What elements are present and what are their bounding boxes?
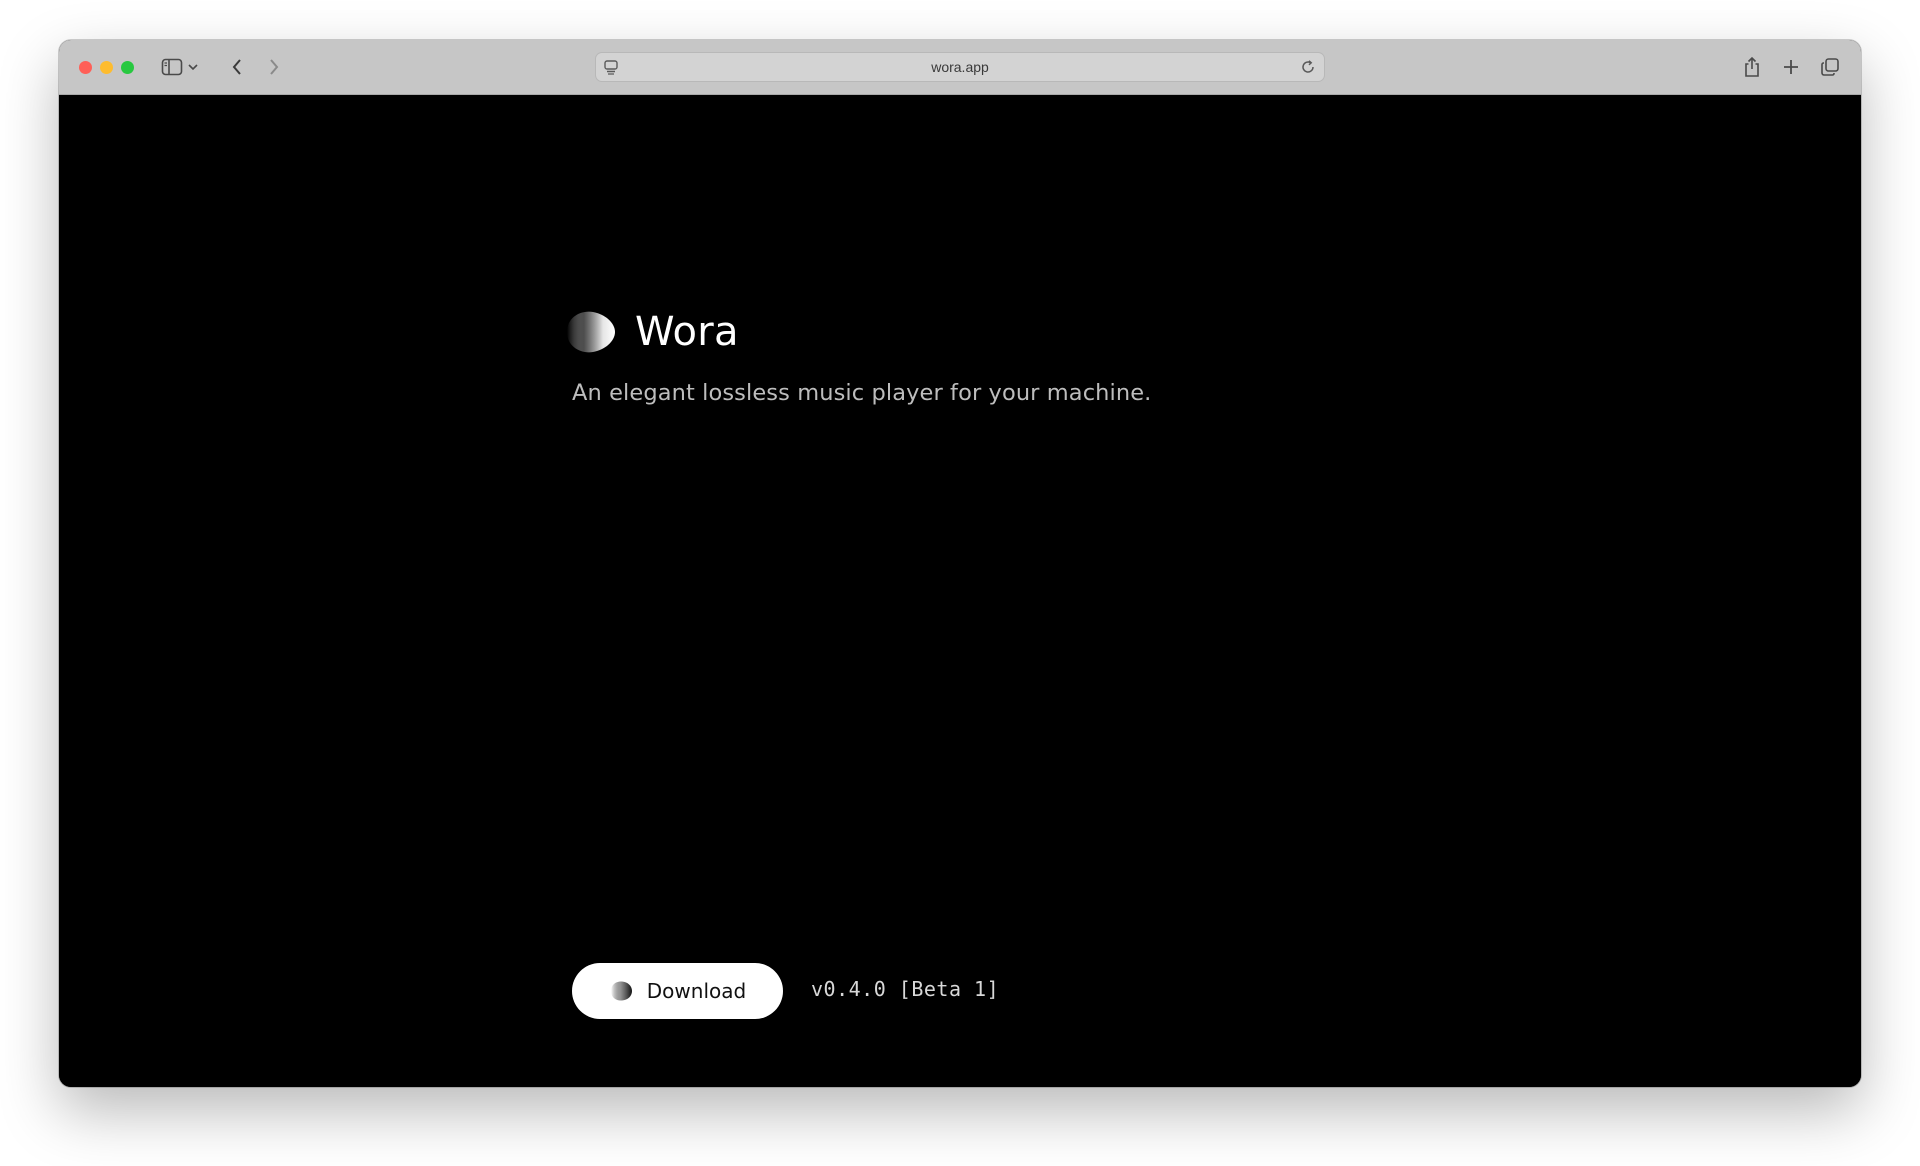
wora-logo-icon <box>610 981 632 1001</box>
chevron-down-icon[interactable] <box>185 54 201 80</box>
zoom-window-button[interactable] <box>121 61 134 74</box>
forward-arrow-icon[interactable] <box>261 54 287 80</box>
sidebar-icon[interactable] <box>159 54 185 80</box>
tab-overview-icon[interactable] <box>1817 54 1843 80</box>
share-icon[interactable] <box>1739 54 1765 80</box>
download-button-label: Download <box>646 979 747 1003</box>
close-window-button[interactable] <box>79 61 92 74</box>
url-text: wora.app <box>931 59 989 75</box>
tagline: An elegant lossless music player for you… <box>572 380 1152 406</box>
page-content: Wora An elegant lossless music player fo… <box>59 95 1861 1087</box>
browser-window: wora.app Wora An elegant lossless music … <box>59 40 1861 1087</box>
address-bar[interactable]: wora.app <box>595 52 1325 82</box>
browser-toolbar: wora.app <box>59 40 1861 95</box>
reload-icon[interactable] <box>1300 59 1316 75</box>
back-arrow-icon[interactable] <box>224 54 250 80</box>
download-button[interactable]: Download <box>572 963 783 1019</box>
wora-logo-icon <box>567 311 615 353</box>
minimize-window-button[interactable] <box>100 61 113 74</box>
app-name: Wora <box>635 309 739 355</box>
brand-header: Wora <box>563 309 739 355</box>
plus-icon[interactable] <box>1778 54 1804 80</box>
version-label: v0.4.0 [Beta 1] <box>811 977 1000 1001</box>
